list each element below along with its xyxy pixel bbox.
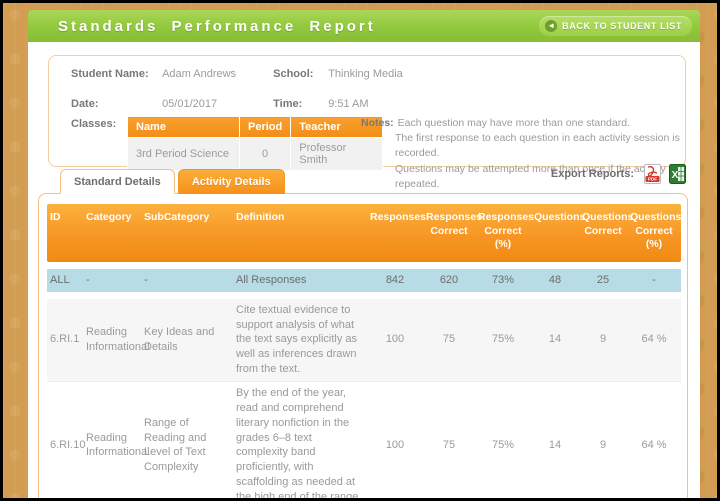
- date-label: Date:: [71, 98, 159, 110]
- standards-column-header: Responses: [367, 209, 423, 254]
- standards-column-header: Category: [83, 209, 141, 254]
- standards-cell: 6.RI.1: [47, 328, 83, 351]
- excel-export-icon[interactable]: X: [669, 164, 686, 184]
- standards-cell: Reading Informational: [83, 321, 141, 359]
- notes-label: Notes:: [361, 116, 394, 131]
- classes-label: Classes:: [71, 118, 116, 130]
- app-window: Standards Performance Report ◄ BACK TO S…: [0, 0, 720, 501]
- summary-cell: -: [83, 269, 141, 292]
- notes-line: Each question may have more than one sta…: [361, 116, 681, 131]
- classes-table-row: 3rd Period Science0Professor Smith: [128, 138, 383, 171]
- standards-cell: Reading Informational: [83, 427, 141, 465]
- standards-table-row: 6.RI.10Reading InformationalRange of Rea…: [47, 381, 681, 498]
- classes-column-header: Name: [128, 117, 240, 138]
- classes-table-cell: 0: [240, 138, 291, 171]
- summary-cell: ALL: [47, 269, 83, 292]
- school-label: School:: [273, 68, 325, 80]
- standards-cell: 14: [531, 328, 579, 351]
- summary-cell: All Responses: [233, 269, 367, 292]
- svg-text:PDF: PDF: [648, 177, 657, 182]
- standards-column-header: Responses Correct: [423, 209, 475, 254]
- classes-table: NamePeriodTeacher 3rd Period Science0Pro…: [127, 116, 383, 171]
- summary-cell: 620: [423, 269, 475, 292]
- standards-column-header: Questions: [531, 209, 579, 254]
- export-icons: PDF X: [644, 164, 686, 184]
- export-reports-label: Export Reports:: [551, 168, 634, 180]
- standards-table-row: 6.RI.1Reading InformationalKey Ideas and…: [47, 299, 681, 381]
- standards-cell: 100: [367, 434, 423, 457]
- classes-table-cell: 3rd Period Science: [128, 138, 240, 171]
- standards-cell: 75: [423, 434, 475, 457]
- back-button-label: BACK TO STUDENT LIST: [562, 21, 682, 31]
- standards-column-header: SubCategory: [141, 209, 233, 254]
- summary-cell: 48: [531, 269, 579, 292]
- student-name-row: Student Name: Adam Andrews School: Think…: [71, 68, 403, 80]
- standards-cell: 64 %: [627, 434, 681, 457]
- date-time-row: Date: 05/01/2017 Time: 9:51 AM: [71, 98, 369, 110]
- standards-cell: Key Ideas and Details: [141, 321, 233, 359]
- standards-cell: By the end of the year, read and compreh…: [233, 382, 367, 498]
- standards-cell: 9: [579, 328, 627, 351]
- time-label: Time:: [273, 98, 325, 110]
- standards-cell: 9: [579, 434, 627, 457]
- standards-table: IDCategorySubCategoryDefinitionResponses…: [47, 204, 681, 498]
- pdf-export-icon[interactable]: PDF: [644, 164, 661, 184]
- student-name-label: Student Name:: [71, 68, 159, 80]
- summary-cell: -: [141, 269, 233, 292]
- classes-row: Classes:: [71, 118, 116, 130]
- report-content: Student Name: Adam Andrews School: Think…: [28, 42, 700, 498]
- summary-cell: -: [627, 269, 681, 292]
- page-title: Standards Performance Report: [58, 18, 376, 35]
- back-arrow-icon: ◄: [545, 20, 557, 32]
- notes-block: Notes: Each question may have more than …: [361, 116, 681, 192]
- student-info-box: Student Name: Adam Andrews School: Think…: [48, 55, 686, 167]
- standards-cell: 6.RI.10: [47, 434, 83, 457]
- standards-column-header: Responses Correct (%): [475, 209, 531, 254]
- summary-cell: 25: [579, 269, 627, 292]
- standards-cell: 75%: [475, 328, 531, 351]
- notes-line: The first response to each question in e…: [395, 131, 681, 161]
- standards-column-header: Questions Correct: [579, 209, 627, 254]
- standard-details-panel: IDCategorySubCategoryDefinitionResponses…: [38, 193, 688, 498]
- back-to-student-list-button[interactable]: ◄ BACK TO STUDENT LIST: [539, 16, 692, 36]
- standards-column-header: ID: [47, 209, 83, 254]
- summary-row-all: ALL--All Responses84262073%4825-: [47, 269, 681, 292]
- classes-table-header-row: NamePeriodTeacher: [128, 117, 383, 138]
- time-value: 9:51 AM: [328, 98, 368, 110]
- student-name-value: Adam Andrews: [162, 68, 270, 80]
- tab-standard-details[interactable]: Standard Details: [60, 169, 175, 194]
- date-value: 05/01/2017: [162, 98, 270, 110]
- svg-text:X: X: [672, 170, 679, 181]
- classes-column-header: Period: [240, 117, 291, 138]
- standards-cell: 64 %: [627, 328, 681, 351]
- school-value: Thinking Media: [328, 68, 403, 80]
- standards-cell: 14: [531, 434, 579, 457]
- standards-table-body: 6.RI.1Reading InformationalKey Ideas and…: [47, 299, 681, 498]
- notes-line: Questions may be attempted more than onc…: [395, 162, 681, 192]
- standards-cell: 100: [367, 328, 423, 351]
- standards-cell: Range of Reading and Level of Text Compl…: [141, 412, 233, 479]
- tab-bar: Standard Details Activity Details: [60, 169, 285, 194]
- standards-cell: 75: [423, 328, 475, 351]
- standards-column-header: Definition: [233, 209, 367, 254]
- report-header-bar: Standards Performance Report ◄ BACK TO S…: [28, 10, 700, 42]
- standards-cell: 75%: [475, 434, 531, 457]
- standards-table-header-row: IDCategorySubCategoryDefinitionResponses…: [47, 204, 681, 262]
- standards-column-header: Questions Correct (%): [627, 209, 681, 254]
- summary-cell: 73%: [475, 269, 531, 292]
- tab-activity-details[interactable]: Activity Details: [178, 169, 285, 194]
- standards-cell: Cite textual evidence to support analysi…: [233, 299, 367, 381]
- summary-cell: 842: [367, 269, 423, 292]
